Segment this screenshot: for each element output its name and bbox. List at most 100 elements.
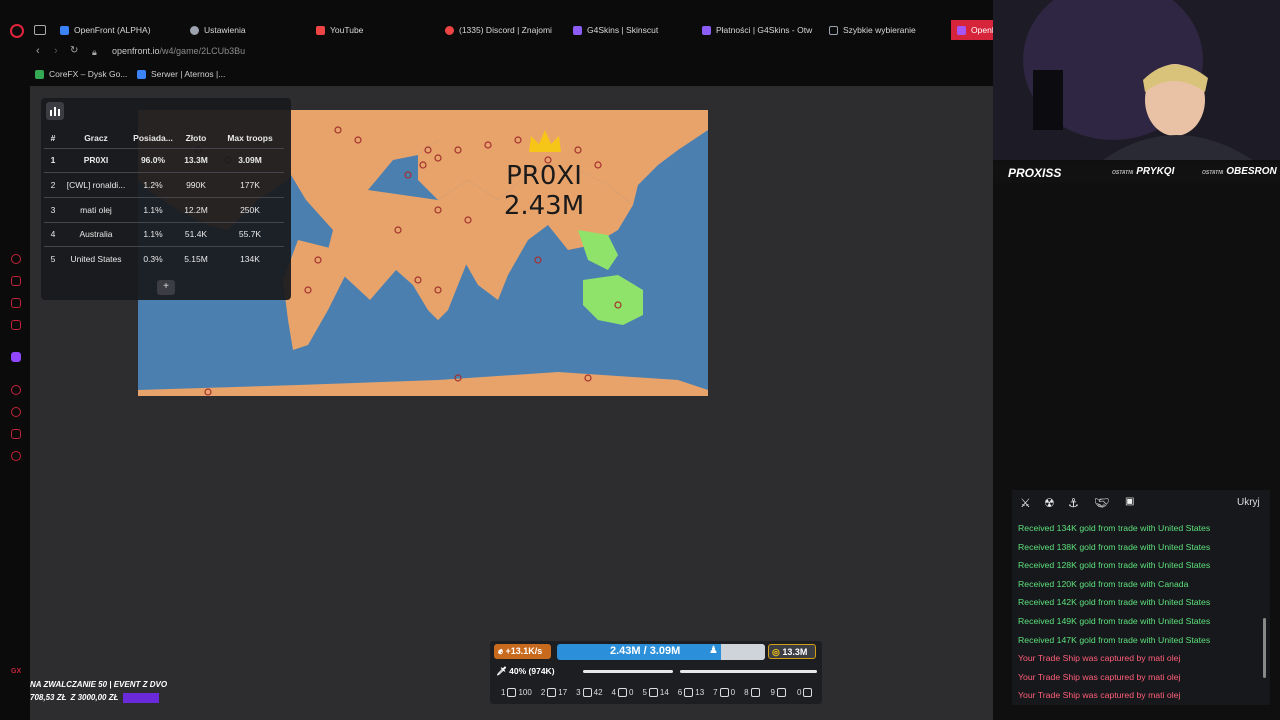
sidebar-m-icon[interactable] bbox=[11, 320, 21, 330]
build-hydrogen-bomb-button[interactable]: 9 bbox=[768, 684, 791, 701]
leaderboard-row[interactable]: 1 PR0XI 96.0% 13.3M 3.09M bbox=[44, 147, 284, 173]
forward-icon[interactable]: › bbox=[54, 45, 58, 57]
tab-overview-icon[interactable] bbox=[34, 25, 46, 35]
troop-bar-remaining bbox=[721, 644, 765, 660]
tab-speed-dial[interactable]: Szybkie wybieranie bbox=[829, 20, 939, 40]
cell-gold: 13.3M bbox=[176, 147, 216, 173]
cell-rank: 1 bbox=[44, 147, 62, 173]
build-count: 14 bbox=[659, 688, 669, 697]
tab-label: OpenF bbox=[971, 25, 993, 35]
tag-name: OBESRON bbox=[1226, 166, 1277, 177]
cell-owned: 1.1% bbox=[130, 221, 176, 247]
cell-gold: 51.4K bbox=[176, 221, 216, 247]
cell-rank: 2 bbox=[44, 172, 62, 198]
bookmark-corefx[interactable]: CoreFX – Dysk Go... bbox=[35, 69, 127, 79]
tab-platnosci[interactable]: Płatności | G4Skins - Otw bbox=[702, 20, 814, 40]
cell-gold: 5.15M bbox=[176, 246, 216, 272]
webcam-picture bbox=[993, 0, 1280, 160]
events-list: Received 134K gold from trade with Unite… bbox=[1018, 520, 1258, 706]
build-defense-button[interactable]: 40 bbox=[609, 684, 637, 701]
col-gold[interactable]: Złoto bbox=[176, 128, 216, 148]
sidebar-player-icon[interactable] bbox=[11, 385, 21, 395]
event-item: Your Trade Ship was captured by mati ole… bbox=[1018, 690, 1181, 701]
reload-icon[interactable]: ↻ bbox=[70, 45, 78, 56]
nuke-filter-icon[interactable]: ☢︎ bbox=[1044, 496, 1055, 510]
tab-youtube[interactable]: YouTube bbox=[316, 20, 426, 40]
troop-ratio-slider[interactable] bbox=[680, 670, 817, 673]
build-sam-button[interactable]: 6 13 bbox=[675, 684, 707, 701]
gx-icon: GX bbox=[11, 668, 22, 675]
col-owned[interactable]: Posiada... bbox=[130, 128, 176, 148]
leaderboard-row[interactable]: 4 Australia 1.1% 51.4K 55.7K bbox=[44, 221, 284, 247]
col-max-troops[interactable]: Max troops bbox=[216, 128, 284, 148]
cell-player: [CWL] ronaldi... bbox=[62, 172, 130, 198]
attack-filter-icon[interactable]: ⚔︎ bbox=[1020, 496, 1031, 510]
troop-rate-value: +13.1K/s bbox=[505, 646, 543, 656]
event-item: Received 142K gold from trade with Unite… bbox=[1018, 597, 1211, 608]
build-count: 100 bbox=[518, 688, 532, 697]
trade-filter-icon[interactable]: ⚓︎ bbox=[1068, 496, 1079, 510]
url-host: openfront.io bbox=[112, 46, 160, 56]
url-field[interactable]: openfront.io/w4/game/2LCUb3Bu bbox=[112, 46, 245, 56]
back-icon[interactable]: ‹ bbox=[36, 45, 40, 57]
donation-title: NA ZWALCZANIE 50 | EVENT Z DVO bbox=[30, 680, 168, 689]
alliance-filter-icon[interactable]: 🤝︎ bbox=[1094, 496, 1109, 510]
donation-current: 708,53 ZŁ bbox=[30, 693, 67, 702]
build-city-button[interactable]: 1 100 bbox=[498, 684, 535, 701]
city-icon bbox=[507, 688, 517, 697]
tab-g4skins[interactable]: G4Skins | Skinscut bbox=[573, 20, 683, 40]
tag-name: PRYKQI bbox=[1136, 166, 1175, 177]
col-player[interactable]: Gracz bbox=[62, 128, 130, 148]
sidebar-instagram-icon[interactable] bbox=[11, 298, 21, 308]
tab-discord[interactable]: (1335) Discord | Znajomi bbox=[445, 20, 565, 40]
build-port-button[interactable]: 3 42 bbox=[573, 684, 605, 701]
sidebar-history-icon[interactable] bbox=[11, 407, 21, 417]
col-rank[interactable]: # bbox=[44, 128, 62, 148]
build-warship-button[interactable]: 70 bbox=[710, 684, 738, 701]
leaderboard-row[interactable]: 2 [CWL] ronaldi... 1.2% 990K 177K bbox=[44, 172, 284, 198]
build-atom-bomb-button[interactable]: 8 bbox=[741, 684, 764, 701]
build-mirv-button[interactable]: 0 bbox=[794, 684, 817, 701]
chat-filter-icon[interactable]: ▣ bbox=[1125, 496, 1134, 507]
mirv-icon bbox=[803, 688, 813, 697]
tab-openfront[interactable]: OpenFront (ALPHA) bbox=[60, 20, 180, 40]
bookmark-aternos[interactable]: Serwer | Aternos |... bbox=[137, 69, 225, 79]
player-map-name: PR0XI bbox=[506, 161, 582, 191]
webcam-overlay bbox=[993, 0, 1280, 160]
build-key: 1 bbox=[501, 688, 506, 697]
donation-progress-bar bbox=[122, 693, 159, 703]
opera-logo-icon[interactable] bbox=[10, 24, 24, 38]
leaderboard-row[interactable]: 5 United States 0.3% 5.15M 134K bbox=[44, 246, 284, 272]
sidebar-twitch-icon[interactable] bbox=[11, 352, 21, 362]
last-follower-tag: OSTATNI PRYKQI bbox=[1112, 166, 1174, 177]
leaderboard-table: # Gracz Posiada... Złoto Max troops 1 PR… bbox=[44, 128, 284, 272]
event-item: Your Trade Ship was captured by mati ole… bbox=[1018, 671, 1181, 682]
soldier-icon: ♟ bbox=[709, 645, 718, 656]
crown-icon bbox=[529, 130, 561, 152]
donation-goal-overlay: NA ZWALCZANIE 50 | EVENT Z DVO 708,53 ZŁ… bbox=[30, 680, 180, 712]
build-key: 2 bbox=[540, 688, 546, 697]
sidebar-rail bbox=[0, 86, 30, 720]
build-factory-button[interactable]: 2 17 bbox=[538, 684, 570, 701]
events-hide-button[interactable]: Ukryj bbox=[1237, 497, 1260, 508]
leaderboard-row[interactable]: 3 mati olej 1.1% 12.2M 250K bbox=[44, 196, 284, 223]
build-count: 0 bbox=[730, 688, 736, 697]
sidebar-bag-icon[interactable] bbox=[11, 276, 21, 286]
tab-label: YouTube bbox=[330, 25, 364, 35]
lock-icon: 🔒︎ bbox=[92, 47, 97, 57]
sidebar-box-icon[interactable] bbox=[11, 429, 21, 439]
build-silo-button[interactable]: 5 14 bbox=[639, 684, 671, 701]
tab-openfront-active[interactable]: OpenF bbox=[951, 20, 993, 40]
discord-favicon-icon bbox=[445, 25, 454, 35]
build-count: 42 bbox=[593, 688, 603, 697]
tab-ustawienia[interactable]: Ustawienia bbox=[190, 20, 300, 40]
build-key: 6 bbox=[677, 688, 683, 697]
leaderboard-expand-button[interactable]: + bbox=[157, 280, 175, 295]
sidebar-messenger-icon[interactable] bbox=[11, 254, 21, 264]
cell-player: mati olej bbox=[62, 196, 130, 223]
events-scrollbar[interactable] bbox=[1263, 618, 1266, 678]
tab-label: G4Skins | Skinscut bbox=[587, 25, 659, 35]
last-sub-tag: OSTATNI OBESRON bbox=[1202, 166, 1277, 177]
attack-ratio-slider[interactable] bbox=[583, 670, 673, 673]
sidebar-settings-icon[interactable] bbox=[11, 451, 21, 461]
